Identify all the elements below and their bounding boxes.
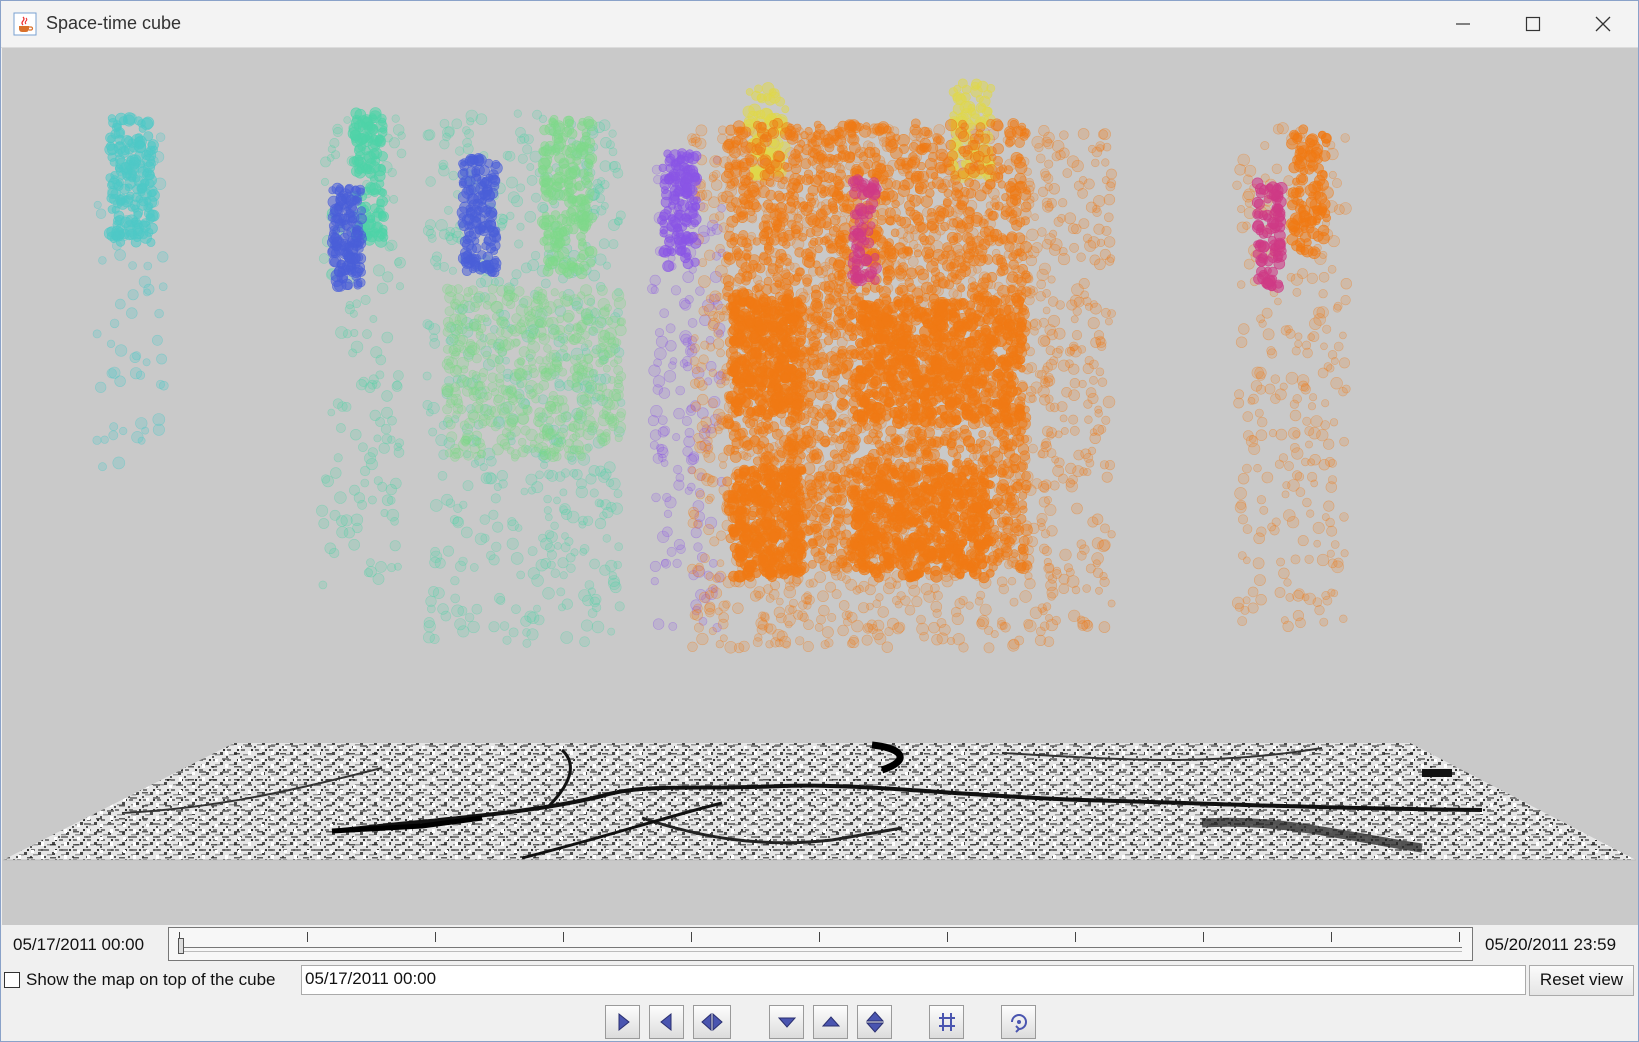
time-slider-tick bbox=[691, 932, 692, 942]
time-slider-tick bbox=[1075, 932, 1076, 942]
play-forward-button[interactable] bbox=[605, 1005, 640, 1039]
play-both-icon bbox=[701, 1012, 723, 1032]
play-both-button[interactable] bbox=[693, 1005, 731, 1039]
control-panel: 05/17/2011 00:00 05/20/2011 23:59 Show t… bbox=[1, 925, 1638, 1041]
event-cluster bbox=[1251, 177, 1288, 293]
event-cluster bbox=[326, 182, 367, 292]
cube-3d-scene[interactable] bbox=[2, 48, 1638, 925]
close-button[interactable] bbox=[1573, 7, 1633, 41]
move-down-button[interactable] bbox=[769, 1005, 804, 1039]
reset-view-button[interactable]: Reset view bbox=[1529, 965, 1634, 996]
base-map-plane bbox=[3, 741, 1636, 861]
time-slider-tick bbox=[819, 932, 820, 942]
window-title: Space-time cube bbox=[46, 13, 182, 33]
event-cluster bbox=[1231, 122, 1353, 633]
event-cluster bbox=[846, 462, 998, 584]
app-window: Space-time cube 05/17/2011 00:00 05/20/2… bbox=[0, 0, 1639, 1042]
move-up-icon bbox=[821, 1016, 840, 1027]
event-cluster bbox=[456, 152, 503, 278]
play-forward-icon bbox=[618, 1012, 630, 1032]
minimize-button[interactable] bbox=[1433, 7, 1493, 41]
time-slider[interactable] bbox=[168, 927, 1473, 961]
time-slider-tick bbox=[563, 932, 564, 942]
event-points-layer bbox=[92, 78, 1353, 654]
maximize-icon bbox=[1525, 16, 1541, 32]
event-cluster bbox=[103, 112, 160, 248]
time-slider-tick bbox=[307, 932, 308, 942]
time-slider-tick bbox=[435, 932, 436, 942]
time-slider-tick bbox=[1331, 932, 1332, 942]
play-backward-icon bbox=[659, 1012, 671, 1032]
time-slider-tick bbox=[1203, 932, 1204, 942]
time-slider-tick bbox=[947, 932, 948, 942]
move-up-button[interactable] bbox=[813, 1005, 848, 1039]
current-time-field[interactable]: 05/17/2011 00:00 bbox=[301, 965, 1526, 995]
grid-icon bbox=[938, 1013, 955, 1031]
title-bar[interactable]: Space-time cube bbox=[1, 1, 1638, 48]
rotate-button[interactable] bbox=[1001, 1005, 1036, 1039]
event-cluster bbox=[727, 462, 808, 583]
show-map-checkbox[interactable] bbox=[4, 972, 20, 988]
move-both-button[interactable] bbox=[857, 1005, 892, 1039]
timeline-start-label: 05/17/2011 00:00 bbox=[13, 935, 145, 954]
move-both-icon bbox=[865, 1011, 884, 1033]
timeline-end-label: 05/20/2011 23:59 bbox=[1485, 935, 1617, 954]
rotate-icon bbox=[1010, 1014, 1027, 1033]
grid-button[interactable] bbox=[929, 1005, 964, 1039]
minimize-icon bbox=[1456, 23, 1470, 25]
show-map-label[interactable]: Show the map on top of the cube bbox=[26, 970, 276, 990]
event-cluster bbox=[1037, 128, 1117, 633]
maximize-button[interactable] bbox=[1503, 7, 1563, 41]
play-backward-button[interactable] bbox=[649, 1005, 684, 1039]
time-slider-tick bbox=[1459, 932, 1460, 942]
java-cup-icon bbox=[13, 12, 37, 36]
time-slider-thumb[interactable] bbox=[178, 938, 184, 954]
move-down-icon bbox=[777, 1017, 796, 1028]
close-icon bbox=[1595, 16, 1611, 32]
time-slider-track[interactable] bbox=[179, 947, 1462, 952]
space-time-cube-view[interactable] bbox=[2, 48, 1638, 925]
